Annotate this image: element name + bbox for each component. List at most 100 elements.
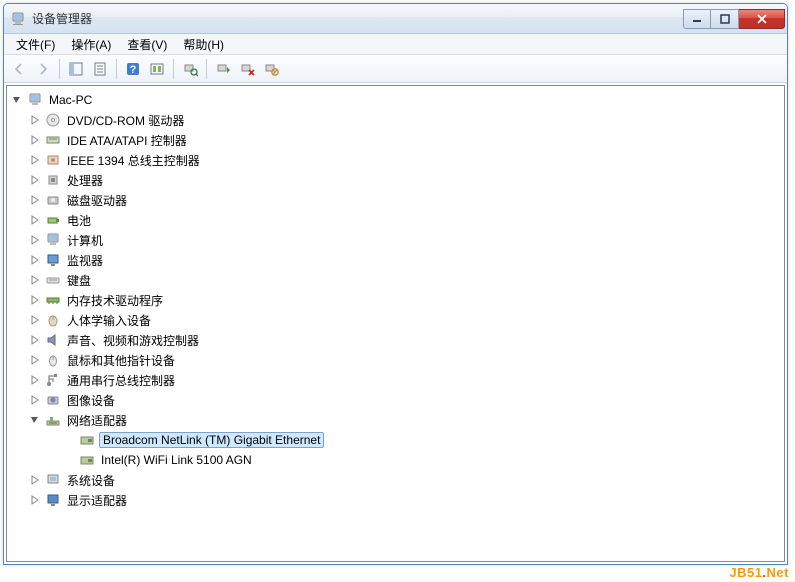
properties-button[interactable] xyxy=(89,58,111,80)
nic-icon xyxy=(79,432,95,448)
tree-category-label: IDE ATA/ATAPI 控制器 xyxy=(65,132,189,149)
device-tree[interactable]: Mac-PC DVD/CD-ROM 驱动器 IDE ATA/ATAPI 控制器 IEE… xyxy=(6,85,785,562)
window-controls xyxy=(683,9,785,29)
computer-icon xyxy=(27,92,43,108)
maximize-button[interactable] xyxy=(711,9,739,29)
forward-button[interactable] xyxy=(32,58,54,80)
tree-category-node[interactable]: 人体学输入设备 xyxy=(7,310,784,330)
tree-category-node[interactable]: 键盘 xyxy=(7,270,784,290)
tree-category-node[interactable]: IDE ATA/ATAPI 控制器 xyxy=(7,130,784,150)
toolbar-separator xyxy=(116,59,117,79)
expander-icon[interactable] xyxy=(29,274,41,286)
tree-category-label: 计算机 xyxy=(65,232,105,249)
tree-category-label: IEEE 1394 总线主控制器 xyxy=(65,152,202,169)
expander-icon[interactable] xyxy=(29,374,41,386)
tree-category-node[interactable]: DVD/CD-ROM 驱动器 xyxy=(7,110,784,130)
toolbar-separator xyxy=(59,59,60,79)
tree-category-node[interactable]: 图像设备 xyxy=(7,390,784,410)
update-driver-button[interactable] xyxy=(212,58,234,80)
tree-category-node[interactable]: 磁盘驱动器 xyxy=(7,190,784,210)
tree-category-node[interactable]: 显示适配器 xyxy=(7,490,784,510)
system-icon xyxy=(45,472,61,488)
tree-category-node[interactable]: 通用串行总线控制器 xyxy=(7,370,784,390)
expander-icon[interactable] xyxy=(29,134,41,146)
nic-icon xyxy=(79,452,95,468)
expander-icon[interactable] xyxy=(29,314,41,326)
keyboard-icon xyxy=(45,272,61,288)
menu-view[interactable]: 查看(V) xyxy=(119,34,175,55)
expander-icon[interactable] xyxy=(29,494,41,506)
tree-category-node[interactable]: 监视器 xyxy=(7,250,784,270)
camera-icon xyxy=(45,392,61,408)
ide-icon xyxy=(45,132,61,148)
tree-device-node[interactable]: Broadcom NetLink (TM) Gigabit Ethernet xyxy=(7,430,784,450)
show-hide-tree-button[interactable] xyxy=(65,58,87,80)
expander-placeholder xyxy=(63,454,75,466)
tree-category-label: 通用串行总线控制器 xyxy=(65,372,177,389)
menu-file[interactable]: 文件(F) xyxy=(8,34,63,55)
tree-category-node[interactable]: 系统设备 xyxy=(7,470,784,490)
expander-icon[interactable] xyxy=(29,234,41,246)
expander-icon[interactable] xyxy=(29,414,41,426)
tree-category-node[interactable]: 处理器 xyxy=(7,170,784,190)
monitor-icon xyxy=(45,252,61,268)
tree-category-node[interactable]: 内存技术驱动程序 xyxy=(7,290,784,310)
app-icon xyxy=(10,11,26,27)
disable-button[interactable] xyxy=(260,58,282,80)
expander-icon[interactable] xyxy=(29,154,41,166)
tree-category-node[interactable]: 电池 xyxy=(7,210,784,230)
expander-icon[interactable] xyxy=(29,394,41,406)
menu-action[interactable]: 操作(A) xyxy=(63,34,119,55)
tree-category-node[interactable]: 鼠标和其他指针设备 xyxy=(7,350,784,370)
expander-icon[interactable] xyxy=(29,114,41,126)
tree-category-label: 内存技术驱动程序 xyxy=(65,292,165,309)
expander-icon[interactable] xyxy=(29,334,41,346)
mouse-icon xyxy=(45,352,61,368)
expander-icon[interactable] xyxy=(29,194,41,206)
tree-root-node[interactable]: Mac-PC xyxy=(7,90,784,110)
back-button[interactable] xyxy=(8,58,30,80)
tree-category-node[interactable]: 网络适配器 xyxy=(7,410,784,430)
battery-icon xyxy=(45,212,61,228)
tree-device-label: Intel(R) WiFi Link 5100 AGN xyxy=(99,453,254,467)
menu-help[interactable]: 帮助(H) xyxy=(175,34,232,55)
expander-icon[interactable] xyxy=(29,214,41,226)
cpu-icon xyxy=(45,172,61,188)
uninstall-button[interactable] xyxy=(236,58,258,80)
usb-icon xyxy=(45,372,61,388)
window-title: 设备管理器 xyxy=(32,10,683,27)
tree-category-node[interactable]: 计算机 xyxy=(7,230,784,250)
tree-category-label: 图像设备 xyxy=(65,392,117,409)
tree-category-label: 声音、视频和游戏控制器 xyxy=(65,332,201,349)
expander-icon[interactable] xyxy=(29,174,41,186)
help-button[interactable]: ? xyxy=(122,58,144,80)
computer-icon xyxy=(45,232,61,248)
watermark: JB51.Net xyxy=(729,565,789,580)
titlebar[interactable]: 设备管理器 xyxy=(4,4,787,34)
expander-icon[interactable] xyxy=(29,254,41,266)
disc-icon xyxy=(45,112,61,128)
action-button[interactable] xyxy=(146,58,168,80)
tree-device-node[interactable]: Intel(R) WiFi Link 5100 AGN xyxy=(7,450,784,470)
tree-category-node[interactable]: 声音、视频和游戏控制器 xyxy=(7,330,784,350)
sound-icon xyxy=(45,332,61,348)
scan-hardware-button[interactable] xyxy=(179,58,201,80)
tree-category-label: 键盘 xyxy=(65,272,93,289)
tree-category-label: 人体学输入设备 xyxy=(65,312,153,329)
expander-icon[interactable] xyxy=(29,294,41,306)
tree-category-label: 磁盘驱动器 xyxy=(65,192,129,209)
expander-icon[interactable] xyxy=(11,94,23,106)
close-button[interactable] xyxy=(739,9,785,29)
minimize-button[interactable] xyxy=(683,9,711,29)
tree-category-label: 电池 xyxy=(65,212,93,229)
tree-category-label: DVD/CD-ROM 驱动器 xyxy=(65,112,186,129)
device-manager-window: 设备管理器 文件(F) 操作(A) 查看(V) 帮助(H) ? Mac-PC DV… xyxy=(3,3,788,565)
expander-icon[interactable] xyxy=(29,474,41,486)
tree-category-node[interactable]: IEEE 1394 总线主控制器 xyxy=(7,150,784,170)
expander-icon[interactable] xyxy=(29,354,41,366)
expander-placeholder xyxy=(63,434,75,446)
tree-category-label: 显示适配器 xyxy=(65,492,129,509)
network-icon xyxy=(45,412,61,428)
menubar: 文件(F) 操作(A) 查看(V) 帮助(H) xyxy=(4,34,787,55)
tree-category-label: 监视器 xyxy=(65,252,105,269)
